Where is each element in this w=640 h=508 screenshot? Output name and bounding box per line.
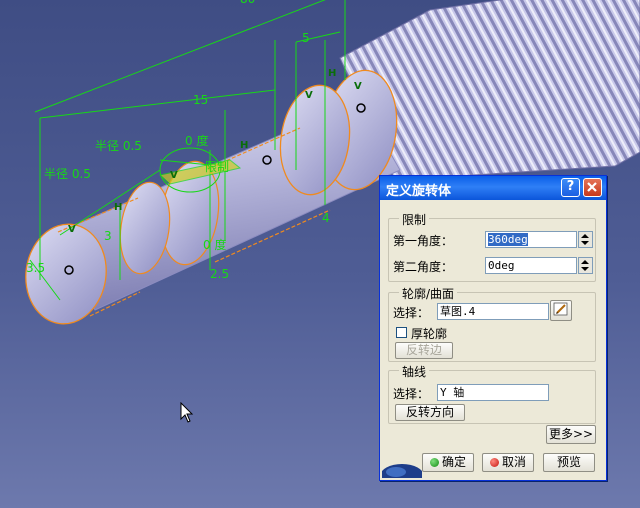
- dim-80[interactable]: 80: [240, 0, 255, 6]
- axis-select-label: 选择：: [393, 387, 430, 401]
- limits-legend: 限制: [399, 211, 430, 228]
- constraint-v: V: [354, 81, 362, 92]
- dim-15[interactable]: 15: [193, 93, 208, 107]
- second-angle-field[interactable]: 0deg: [485, 257, 577, 274]
- dim-5[interactable]: 5: [302, 31, 310, 45]
- close-icon: [587, 182, 597, 192]
- dim-angle-2[interactable]: 0 度: [203, 237, 226, 252]
- constraint-v: V: [68, 224, 76, 235]
- dialog-title: 定义旋转体: [386, 184, 452, 199]
- dialog-titlebar[interactable]: 定义旋转体 ?: [380, 176, 606, 200]
- thick-profile-checkbox[interactable]: [396, 327, 407, 338]
- ok-icon: [429, 458, 439, 467]
- profile-select-label: 选择：: [393, 306, 430, 320]
- profile-select-field[interactable]: 草图.4: [437, 303, 549, 320]
- dim-constraint[interactable]: 限制: [205, 160, 229, 174]
- help-button[interactable]: ?: [561, 178, 580, 197]
- define-revolution-dialog[interactable]: 定义旋转体 ? 限制 第一角度： 360deg 第二角度： 0deg 轮廓/曲面…: [379, 175, 607, 481]
- constraint-v: V: [305, 90, 313, 101]
- profile-legend: 轮廓/曲面: [399, 285, 458, 302]
- more-button[interactable]: 更多>>: [546, 425, 596, 444]
- axis-group: 轴线 选择： Y 轴 反转方向: [388, 363, 596, 424]
- sketch-pencil-icon: [553, 302, 568, 316]
- limits-group: 限制 第一角度： 360deg 第二角度： 0deg: [388, 211, 596, 282]
- close-button[interactable]: [583, 178, 602, 197]
- dim-3-5[interactable]: 3.5: [26, 261, 45, 275]
- thick-profile-label: 厚轮廓: [411, 327, 448, 341]
- profile-group: 轮廓/曲面 选择： 草图.4 厚轮廓 反转边: [388, 285, 596, 362]
- cancel-button[interactable]: 取消: [482, 453, 534, 472]
- constraint-h: H: [240, 140, 248, 151]
- dim-3[interactable]: 3: [104, 229, 112, 243]
- constraint-h: H: [328, 68, 336, 79]
- ok-button[interactable]: 确定: [422, 453, 474, 472]
- globe-logo-icon: [382, 464, 422, 478]
- dim-angle-1[interactable]: 0 度: [185, 133, 208, 148]
- cancel-icon: [489, 458, 499, 467]
- axis-select-field[interactable]: Y 轴: [437, 384, 549, 401]
- dim-2-5[interactable]: 2.5: [210, 267, 229, 281]
- dim-radius-2[interactable]: 半径 0.5: [44, 167, 91, 181]
- second-angle-label: 第二角度：: [393, 260, 454, 274]
- sketch-button[interactable]: [550, 300, 572, 321]
- first-angle-label: 第一角度：: [393, 234, 454, 248]
- constraint-h: H: [114, 202, 122, 213]
- constraint-v: V: [170, 170, 178, 181]
- axis-legend: 轴线: [399, 363, 430, 380]
- first-angle-field[interactable]: 360deg: [485, 231, 577, 248]
- dim-radius-1[interactable]: 半径 0.5: [95, 139, 142, 153]
- second-angle-spinner[interactable]: [578, 257, 593, 274]
- mouse-cursor-icon: [180, 402, 194, 423]
- reverse-side-button[interactable]: 反转边: [395, 342, 453, 359]
- dim-4[interactable]: 4: [322, 211, 330, 225]
- reverse-direction-button[interactable]: 反转方向: [395, 404, 465, 421]
- first-angle-spinner[interactable]: [578, 231, 593, 248]
- preview-button[interactable]: 预览: [543, 453, 595, 472]
